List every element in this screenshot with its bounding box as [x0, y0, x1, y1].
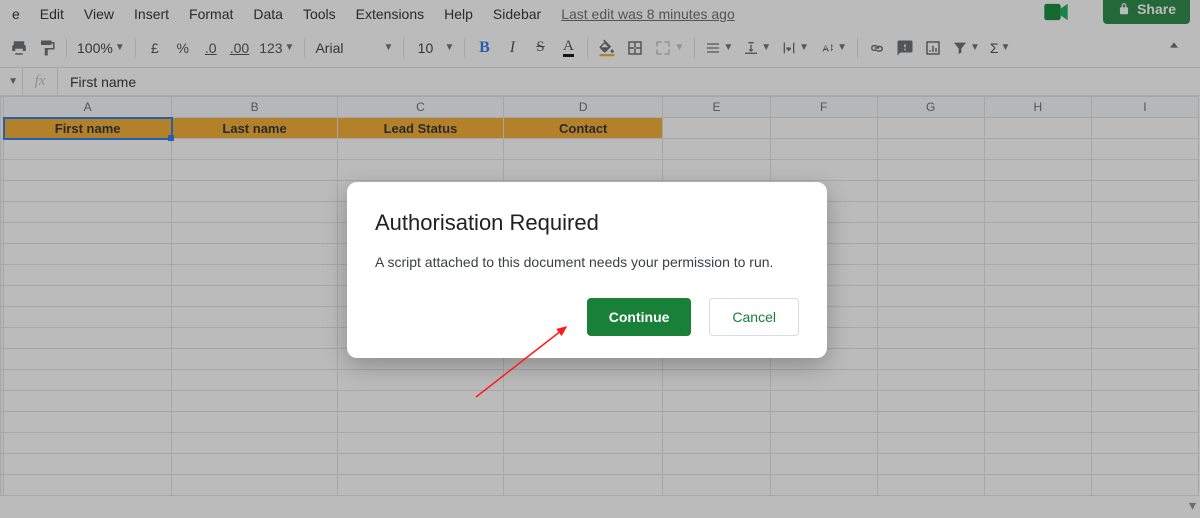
- dialog-body: A script attached to this document needs…: [375, 254, 799, 270]
- cancel-button[interactable]: Cancel: [709, 298, 799, 336]
- dialog-title: Authorisation Required: [375, 210, 799, 236]
- continue-button[interactable]: Continue: [587, 298, 692, 336]
- authorisation-dialog: Authorisation Required A script attached…: [347, 182, 827, 358]
